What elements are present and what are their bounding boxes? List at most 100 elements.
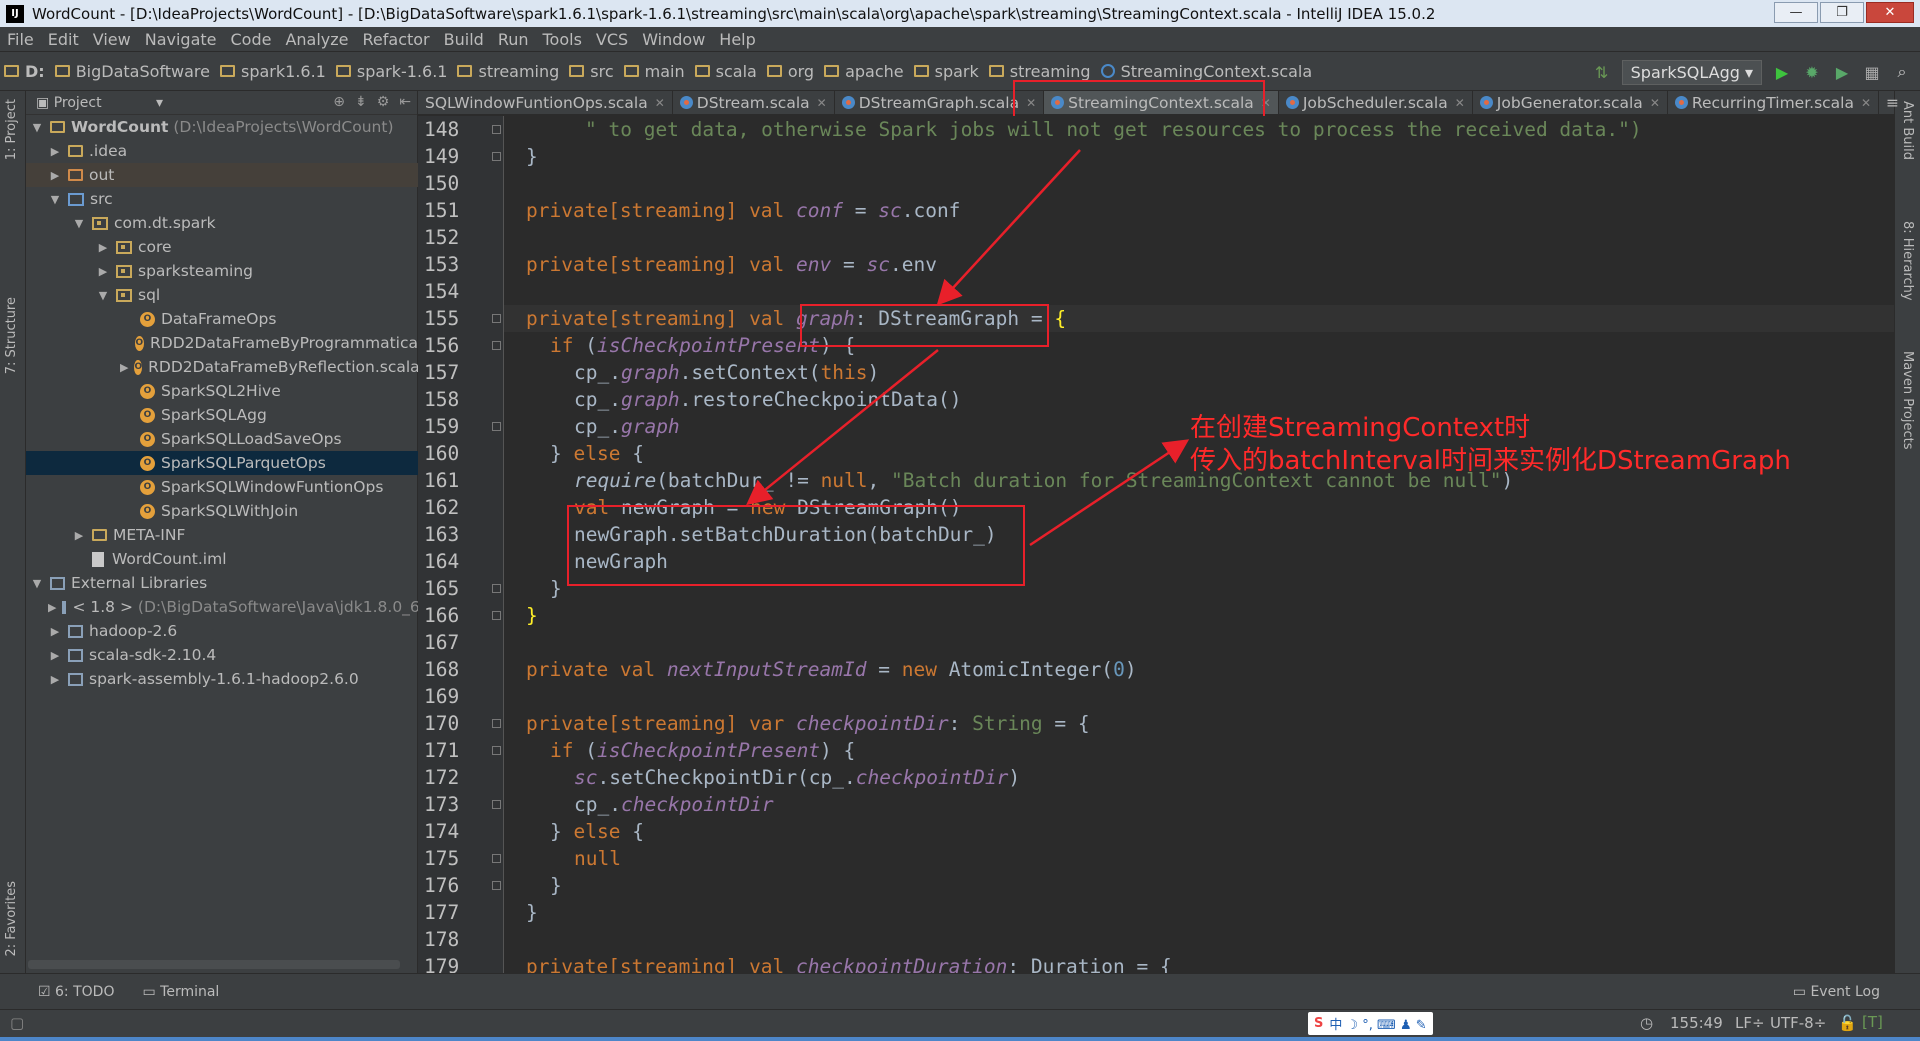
tool-tab-maven-projects[interactable]: Maven Projects (1900, 351, 1915, 450)
tab-dstream[interactable]: DStream.scala ✕ (673, 91, 835, 114)
tree-node-scala-sdk[interactable]: ▶ scala-sdk-2.10.4 (26, 643, 418, 667)
close-tab-icon[interactable]: ✕ (1650, 96, 1660, 110)
fold-marker-icon[interactable] (492, 746, 501, 755)
file-encoding[interactable]: UTF-8÷ (1770, 1014, 1826, 1032)
tree-node-src[interactable]: ▼ src (26, 187, 418, 211)
tree-node-sparksql2hive[interactable]: O SparkSQL2Hive (26, 379, 418, 403)
close-tab-icon[interactable]: ✕ (1455, 96, 1465, 110)
fold-marker-icon[interactable] (492, 854, 501, 863)
tree-node-wordcount-iml[interactable]: WordCount.iml (26, 547, 418, 571)
tree-node-rdd2dataframebyreflection[interactable]: ▶ O RDD2DataFrameByReflection.scala (26, 355, 420, 379)
collapse-all-icon[interactable]: ⇟ (355, 94, 367, 110)
menu-tools[interactable]: Tools (536, 30, 589, 49)
line-separator[interactable]: LF÷ (1735, 1014, 1765, 1032)
intellij-app-icon[interactable]: IJ (6, 4, 24, 23)
search-everywhere-icon[interactable]: ⌕ (1892, 62, 1912, 82)
close-tab-icon[interactable]: ✕ (1861, 96, 1871, 110)
tree-node-jdk[interactable]: ▶ < 1.8 > (D:\BigDataSoftware\Java\jdk1.8… (26, 595, 420, 619)
breadcrumb-item[interactable]: spark1.6.1 (216, 62, 332, 81)
tree-node-core[interactable]: ▶ core (26, 235, 418, 259)
menu-window[interactable]: Window (635, 30, 712, 49)
lock-icon[interactable]: 🔓 (1838, 1014, 1857, 1032)
fold-marker-icon[interactable] (492, 152, 501, 161)
breadcrumb-item[interactable]: streaming (985, 62, 1097, 81)
breadcrumb-item[interactable]: src (565, 62, 619, 81)
menu-navigate[interactable]: Navigate (138, 30, 224, 49)
settings-gear-icon[interactable]: ⚙ (377, 94, 390, 110)
tree-node-external-libraries[interactable]: ▼ External Libraries (26, 571, 418, 595)
tree-node-sparksqlparquetops[interactable]: O SparkSQLParquetOps (26, 451, 418, 475)
coverage-icon[interactable]: ▶ (1832, 62, 1852, 82)
tree-node-sparksqlagg[interactable]: O SparkSQLAgg (26, 403, 418, 427)
debug-icon[interactable]: ✹ (1802, 62, 1822, 82)
todo-tab[interactable]: ☑ 6: TODO (38, 984, 114, 1000)
tree-node-idea[interactable]: ▶ .idea (26, 139, 418, 163)
project-horizontal-scrollbar[interactable] (28, 960, 400, 969)
tree-node-meta-inf[interactable]: ▶ META-INF (26, 523, 418, 547)
tree-node-com-dt-spark[interactable]: ▼ com.dt.spark (26, 211, 418, 235)
event-log-tab[interactable]: ▭ Event Log (1793, 984, 1880, 1000)
tab-list-menu-icon[interactable]: ≡ (1879, 91, 1906, 114)
fold-marker-icon[interactable] (492, 125, 501, 134)
breadcrumb-item[interactable]: main (620, 62, 691, 81)
run-icon[interactable]: ▶ (1772, 62, 1792, 82)
close-button[interactable]: ✕ (1866, 2, 1914, 23)
tree-node-sql[interactable]: ▼ sql (26, 283, 418, 307)
breadcrumb-item[interactable]: D: (0, 62, 51, 81)
tree-node-wordcount[interactable]: ▼ WordCount (D:\IdeaProjects\WordCount) (26, 115, 418, 139)
tree-node-sparksqlwindowfuntionops[interactable]: O SparkSQLWindowFuntionOps (26, 475, 418, 499)
menu-edit[interactable]: Edit (41, 30, 86, 49)
tool-tab-project[interactable]: 1: Project (4, 99, 19, 160)
fold-marker-icon[interactable] (492, 800, 501, 809)
menu-view[interactable]: View (86, 30, 138, 49)
inspection-icon[interactable]: [T] (1862, 1013, 1883, 1031)
terminal-tab[interactable]: ▭ Terminal (142, 984, 219, 1000)
breadcrumb-item[interactable]: org (763, 62, 820, 81)
ime-toolbar[interactable]: S 中 ☽ °, ⌨ ♟ ✎ (1308, 1012, 1433, 1035)
fold-marker-icon[interactable] (492, 314, 501, 323)
tool-tab-favorites[interactable]: 2: Favorites (4, 881, 19, 957)
tree-node-rdd2dataframebyprogrammatica[interactable]: O RDD2DataFrameByProgrammatica (26, 331, 418, 355)
fold-marker-icon[interactable] (492, 881, 501, 890)
menu-build[interactable]: Build (437, 30, 491, 49)
tab-recurringtimer[interactable]: RecurringTimer.scala ✕ (1668, 91, 1880, 114)
tree-node-out[interactable]: ▶ out (26, 163, 418, 187)
fold-marker-icon[interactable] (492, 719, 501, 728)
build-icon[interactable]: ⇅ (1592, 62, 1612, 82)
tab-jobscheduler[interactable]: JobScheduler.scala ✕ (1279, 91, 1473, 114)
fold-marker-icon[interactable] (492, 584, 501, 593)
menu-refactor[interactable]: Refactor (356, 30, 437, 49)
breadcrumb-item[interactable]: BigDataSoftware (51, 62, 216, 81)
tree-node-hadoop[interactable]: ▶ hadoop-2.6 (26, 619, 418, 643)
panel-toggle-icon[interactable]: ▢ (10, 1014, 24, 1032)
fold-marker-icon[interactable] (492, 341, 501, 350)
breadcrumb-item[interactable]: StreamingContext.scala (1097, 62, 1319, 81)
run-configuration-select[interactable]: SparkSQLAgg ▾ (1621, 59, 1762, 85)
close-tab-icon[interactable]: ✕ (655, 96, 665, 110)
menu-vcs[interactable]: VCS (589, 30, 635, 49)
project-structure-icon[interactable]: ▦ (1862, 62, 1882, 82)
menu-code[interactable]: Code (224, 30, 279, 49)
menu-analyze[interactable]: Analyze (278, 30, 355, 49)
tree-node-dataframeops[interactable]: O DataFrameOps (26, 307, 418, 331)
fold-marker-icon[interactable] (492, 611, 501, 620)
menu-help[interactable]: Help (712, 30, 762, 49)
breadcrumb-item[interactable]: scala (691, 62, 763, 81)
scroll-from-source-icon[interactable]: ⊕ (333, 94, 345, 110)
tree-node-sparksqlloadsaveops[interactable]: O SparkSQLLoadSaveOps (26, 427, 418, 451)
breadcrumb-item[interactable]: spark-1.6.1 (332, 62, 454, 81)
maximize-button[interactable]: ❐ (1820, 2, 1864, 23)
tab-sqlwindowfuntionops[interactable]: SQLWindowFuntionOps.scala ✕ (418, 91, 673, 114)
menu-file[interactable]: File (0, 30, 41, 49)
tree-node-sparksqlwithjoin[interactable]: O SparkSQLWithJoin (26, 499, 418, 523)
menu-run[interactable]: Run (491, 30, 536, 49)
hide-panel-icon[interactable]: ⇤ (399, 94, 411, 110)
project-view-selector[interactable]: ▣ Project ▾ (36, 95, 163, 111)
cursor-position[interactable]: 155:49 (1670, 1014, 1723, 1032)
breadcrumb-item[interactable]: apache (820, 62, 910, 81)
tool-tab-structure[interactable]: 7: Structure (4, 297, 19, 374)
tree-node-spark-assembly[interactable]: ▶ spark-assembly-1.6.1-hadoop2.6.0 (26, 667, 418, 691)
close-tab-icon[interactable]: ✕ (817, 96, 827, 110)
breadcrumb-item[interactable]: streaming (453, 62, 565, 81)
tab-jobgenerator[interactable]: JobGenerator.scala ✕ (1473, 91, 1668, 114)
